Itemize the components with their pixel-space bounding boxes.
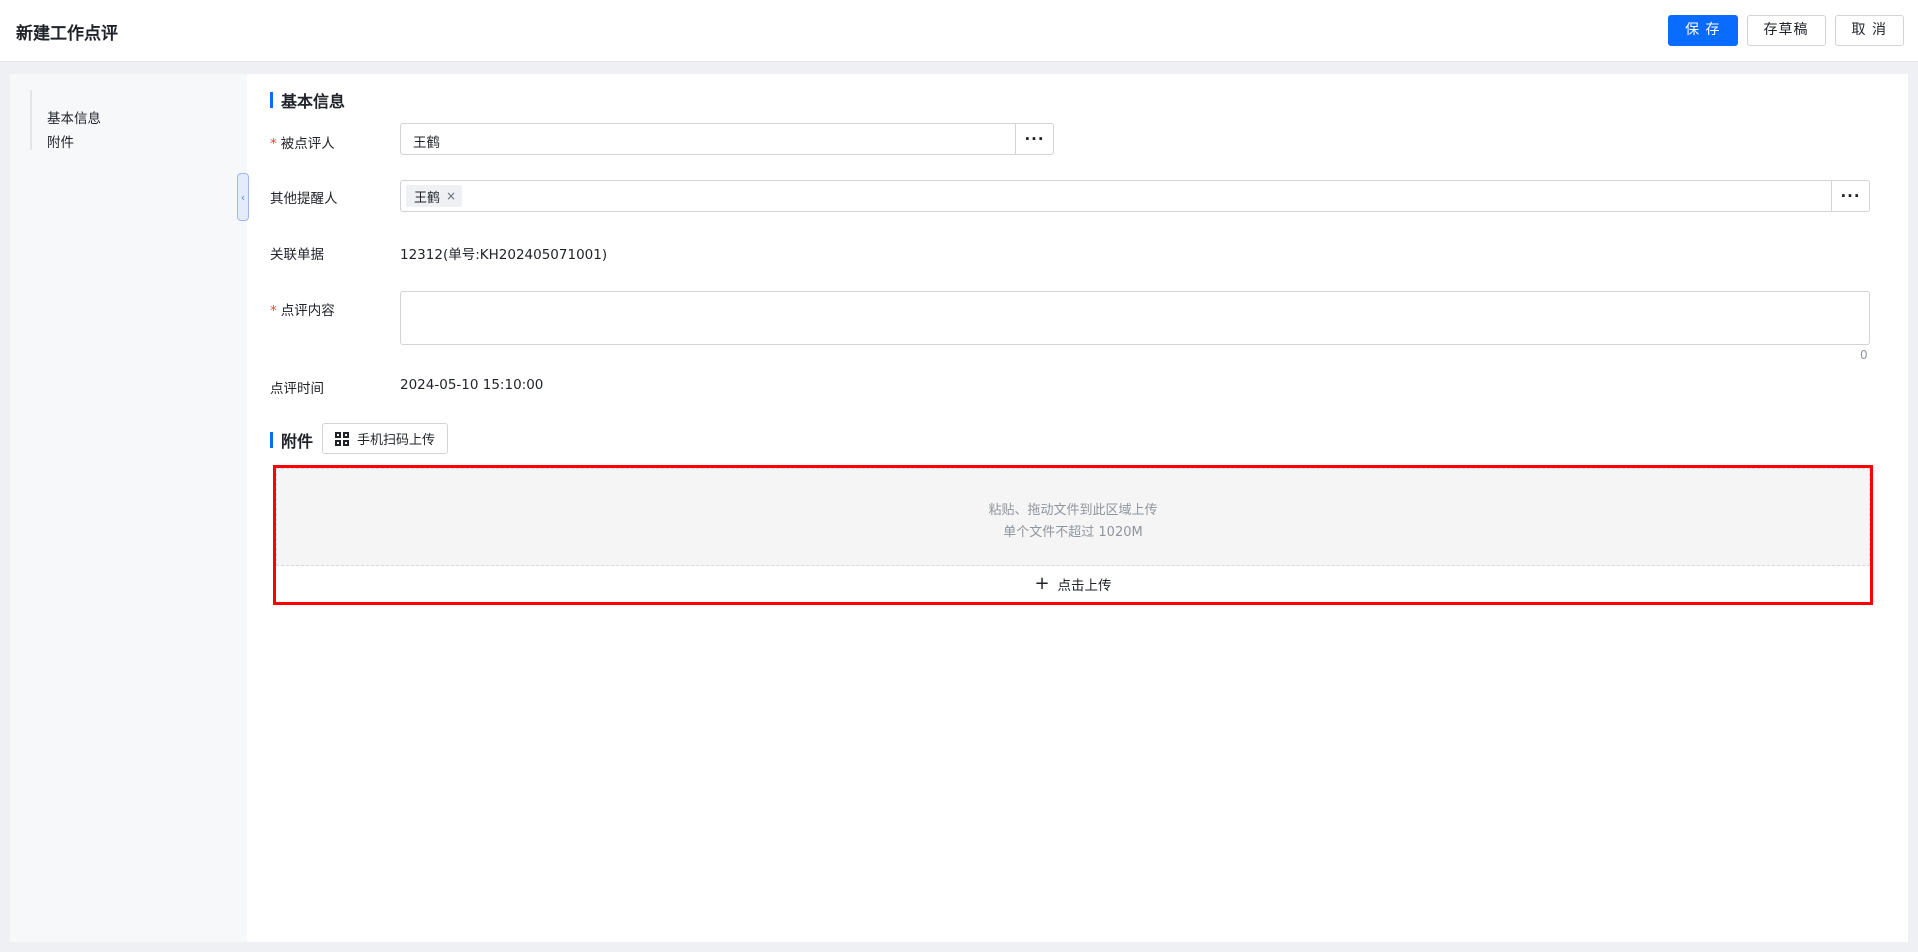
cancel-button[interactable]: 取 消 (1834, 15, 1904, 46)
top-bar: 新建工作点评 保 存 存草稿 取 消 (0, 0, 1918, 62)
click-upload-button[interactable]: + 点击上传 (276, 566, 1870, 602)
nav-item-basic-info[interactable]: 基本信息 (47, 107, 101, 127)
review-time-value: 2024-05-10 15:10:00 (400, 377, 544, 393)
save-button[interactable]: 保 存 (1668, 15, 1738, 46)
qr-code-icon (335, 431, 349, 446)
more-icon: ··· (1840, 187, 1861, 205)
char-counter: 0 (1860, 348, 1868, 362)
reminders-field[interactable]: 王鹤 × ··· (400, 180, 1870, 212)
anchor-nav: 基本信息 附件 (10, 74, 247, 942)
file-drop-zone[interactable]: 粘贴、拖动文件到此区域上传 单个文件不超过 1020M (276, 468, 1870, 566)
required-mark: * (270, 303, 277, 319)
reviewee-field[interactable]: 王鹤 ··· (400, 123, 1054, 155)
collapse-nav-button[interactable]: ‹ (237, 173, 249, 221)
reminders-select-button[interactable]: ··· (1831, 181, 1869, 211)
related-doc-label: 关联单据 (270, 247, 324, 263)
top-actions: 保 存 存草稿 取 消 (1668, 15, 1904, 46)
reminder-tag-label: 王鹤 (414, 190, 441, 206)
reviewee-value: 王鹤 (413, 135, 440, 151)
page-title: 新建工作点评 (16, 24, 118, 44)
size-limit-hint: 单个文件不超过 1020M (1003, 525, 1143, 540)
tag-close-icon[interactable]: × (446, 189, 456, 203)
upload-area-frame: 粘贴、拖动文件到此区域上传 单个文件不超过 1020M + 点击上传 (273, 465, 1873, 605)
review-time-label: 点评时间 (270, 381, 324, 397)
review-content-textarea[interactable] (400, 291, 1870, 345)
attachments-section-title: 附件 (281, 432, 314, 451)
more-icon: ··· (1024, 130, 1045, 148)
save-draft-button[interactable]: 存草稿 (1746, 15, 1826, 46)
scan-upload-label: 手机扫码上传 (357, 433, 436, 448)
click-upload-label: 点击上传 (1057, 578, 1112, 594)
section-accent-bar (270, 432, 273, 448)
reminder-tag: 王鹤 × (406, 185, 463, 207)
required-mark: * (270, 136, 277, 152)
attachments-section-header: 附件 (270, 428, 313, 452)
review-content-label: * 点评内容 (270, 303, 335, 319)
related-doc-value: 12312(单号:KH202405071001) (400, 247, 608, 263)
chevron-left-icon: ‹ (240, 190, 246, 204)
section-accent-bar (270, 92, 273, 108)
basic-info-section-title: 基本信息 (281, 92, 346, 111)
nav-item-attachments[interactable]: 附件 (47, 131, 74, 151)
reviewee-label: * 被点评人 (270, 136, 335, 152)
drop-hint: 粘贴、拖动文件到此区域上传 (988, 503, 1158, 518)
reviewee-select-button[interactable]: ··· (1015, 124, 1053, 154)
anchor-nav-track (30, 90, 32, 150)
reminders-label: 其他提醒人 (270, 191, 338, 207)
plus-icon: + (1034, 573, 1050, 594)
scan-upload-button[interactable]: 手机扫码上传 (322, 423, 449, 454)
basic-info-section-header: 基本信息 (270, 88, 345, 112)
